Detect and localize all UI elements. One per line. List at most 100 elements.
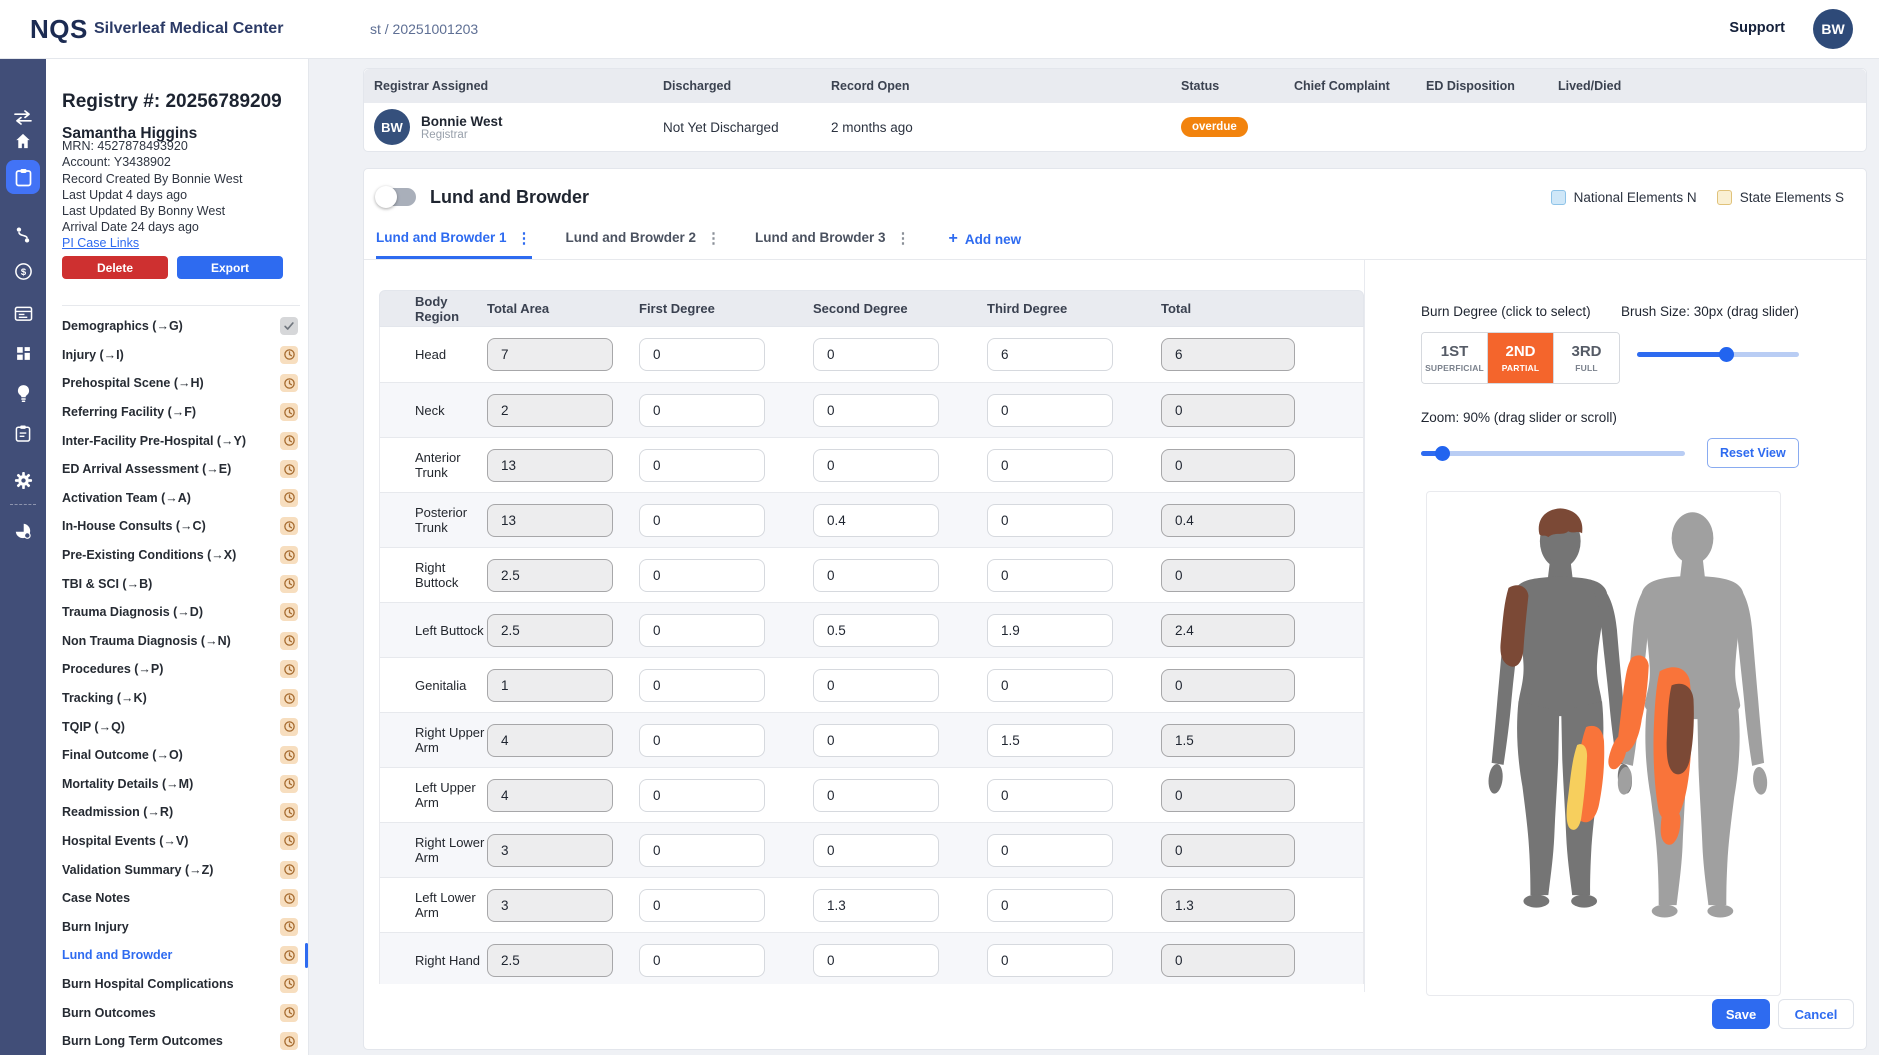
- zoom-slider-track[interactable]: [1421, 451, 1685, 456]
- schedule-icon[interactable]: [6, 296, 40, 330]
- first-degree-input[interactable]: [639, 559, 765, 592]
- burn-degree-option[interactable]: 2NDPARTIAL: [1487, 333, 1553, 383]
- sidebar-nav-item[interactable]: Readmission (→R): [46, 798, 308, 827]
- second-degree-input[interactable]: [813, 889, 939, 922]
- route-icon[interactable]: [6, 218, 40, 252]
- tasks-clipboard-icon[interactable]: [6, 416, 40, 450]
- second-degree-input[interactable]: [813, 669, 939, 702]
- first-degree-input[interactable]: [639, 504, 765, 537]
- sidebar-nav-item[interactable]: Activation Team (→A): [46, 484, 308, 513]
- sidebar-nav-item[interactable]: Non Trauma Diagnosis (→N): [46, 627, 308, 656]
- sidebar-nav-item[interactable]: Case Notes: [46, 884, 308, 913]
- third-degree-input[interactable]: [987, 394, 1113, 427]
- first-degree-input[interactable]: [639, 338, 765, 371]
- total-area-input[interactable]: [487, 834, 613, 867]
- total-input[interactable]: [1161, 724, 1295, 757]
- first-degree-input[interactable]: [639, 614, 765, 647]
- home-icon[interactable]: [6, 124, 40, 158]
- sidebar-nav-item[interactable]: Burn Hospital Complications: [46, 970, 308, 999]
- first-degree-input[interactable]: [639, 449, 765, 482]
- total-input[interactable]: [1161, 944, 1295, 977]
- total-input[interactable]: [1161, 834, 1295, 867]
- first-degree-input[interactable]: [639, 834, 765, 867]
- total-input[interactable]: [1161, 614, 1295, 647]
- assessment-tab[interactable]: Lund and Browder 2⋮: [566, 219, 722, 259]
- third-degree-input[interactable]: [987, 724, 1113, 757]
- first-degree-input[interactable]: [639, 394, 765, 427]
- total-area-input[interactable]: [487, 669, 613, 702]
- support-link[interactable]: Support: [1729, 20, 1785, 36]
- sidebar-nav-item[interactable]: Referring Facility (→F): [46, 398, 308, 427]
- dashboard-icon[interactable]: [6, 336, 40, 370]
- second-degree-input[interactable]: [813, 944, 939, 977]
- third-degree-input[interactable]: [987, 338, 1113, 371]
- brush-slider-thumb[interactable]: [1719, 347, 1734, 362]
- third-degree-input[interactable]: [987, 779, 1113, 812]
- burn-degree-option[interactable]: 3RDFULL: [1553, 333, 1619, 383]
- sidebar-nav-item[interactable]: Mortality Details (→M): [46, 770, 308, 799]
- state-elements-checkbox[interactable]: [1717, 190, 1732, 205]
- pi-case-links[interactable]: PI Case Links: [62, 236, 139, 250]
- first-degree-input[interactable]: [639, 944, 765, 977]
- total-input[interactable]: [1161, 338, 1295, 371]
- first-degree-input[interactable]: [639, 779, 765, 812]
- sidebar-nav-item[interactable]: TQIP (→Q): [46, 712, 308, 741]
- sidebar-nav-item[interactable]: Final Outcome (→O): [46, 741, 308, 770]
- total-area-input[interactable]: [487, 449, 613, 482]
- burn-degree-option[interactable]: 1STSUPERFICIAL: [1422, 333, 1487, 383]
- section-toggle[interactable]: [376, 188, 416, 206]
- third-degree-input[interactable]: [987, 669, 1113, 702]
- total-input[interactable]: [1161, 669, 1295, 702]
- sidebar-nav-item[interactable]: Hospital Events (→V): [46, 827, 308, 856]
- sidebar-nav-item[interactable]: Tracking (→K): [46, 684, 308, 713]
- total-input[interactable]: [1161, 504, 1295, 537]
- sidebar-nav-item[interactable]: ED Arrival Assessment (→E): [46, 455, 308, 484]
- total-area-input[interactable]: [487, 559, 613, 592]
- first-degree-input[interactable]: [639, 669, 765, 702]
- sidebar-nav-item[interactable]: Trauma Diagnosis (→D): [46, 598, 308, 627]
- third-degree-input[interactable]: [987, 614, 1113, 647]
- sidebar-nav-item[interactable]: Pre-Existing Conditions (→X): [46, 541, 308, 570]
- sidebar-nav-item[interactable]: Burn Injury: [46, 912, 308, 941]
- body-diagram-canvas[interactable]: [1427, 492, 1780, 995]
- sidebar-nav-item[interactable]: Inter-Facility Pre-Hospital (→Y): [46, 426, 308, 455]
- second-degree-input[interactable]: [813, 724, 939, 757]
- third-degree-input[interactable]: [987, 944, 1113, 977]
- third-degree-input[interactable]: [987, 449, 1113, 482]
- total-area-input[interactable]: [487, 944, 613, 977]
- kebab-menu-icon[interactable]: ⋮: [517, 229, 532, 247]
- export-button[interactable]: Export: [177, 256, 283, 279]
- total-input[interactable]: [1161, 779, 1295, 812]
- sidebar-nav-item[interactable]: Lund and Browder: [46, 941, 308, 970]
- second-degree-input[interactable]: [813, 394, 939, 427]
- first-degree-input[interactable]: [639, 724, 765, 757]
- cancel-button[interactable]: Cancel: [1778, 999, 1854, 1029]
- billing-dollar-icon[interactable]: $: [6, 254, 40, 288]
- second-degree-input[interactable]: [813, 779, 939, 812]
- records-clipboard-icon[interactable]: [6, 160, 40, 194]
- total-area-input[interactable]: [487, 504, 613, 537]
- total-input[interactable]: [1161, 559, 1295, 592]
- sidebar-nav-item[interactable]: Burn Outcomes: [46, 998, 308, 1027]
- second-degree-input[interactable]: [813, 449, 939, 482]
- total-area-input[interactable]: [487, 338, 613, 371]
- sidebar-nav-item[interactable]: Demographics (→G): [46, 312, 308, 341]
- sidebar-nav-item[interactable]: Burn Long Term Outcomes: [46, 1027, 308, 1055]
- save-button[interactable]: Save: [1712, 999, 1770, 1029]
- total-input[interactable]: [1161, 449, 1295, 482]
- third-degree-input[interactable]: [987, 504, 1113, 537]
- second-degree-input[interactable]: [813, 614, 939, 647]
- zoom-slider[interactable]: [1421, 446, 1685, 460]
- second-degree-input[interactable]: [813, 559, 939, 592]
- total-input[interactable]: [1161, 889, 1295, 922]
- add-new-tab-button[interactable]: +Add new: [949, 219, 1022, 259]
- user-avatar[interactable]: BW: [1813, 9, 1853, 49]
- third-degree-input[interactable]: [987, 889, 1113, 922]
- national-elements-checkbox[interactable]: [1551, 190, 1566, 205]
- total-area-input[interactable]: [487, 614, 613, 647]
- sidebar-nav-item[interactable]: Prehospital Scene (→H): [46, 369, 308, 398]
- total-area-input[interactable]: [487, 889, 613, 922]
- reset-view-button[interactable]: Reset View: [1707, 438, 1799, 468]
- assessment-tab[interactable]: Lund and Browder 3⋮: [755, 219, 911, 259]
- zoom-slider-thumb[interactable]: [1435, 446, 1450, 461]
